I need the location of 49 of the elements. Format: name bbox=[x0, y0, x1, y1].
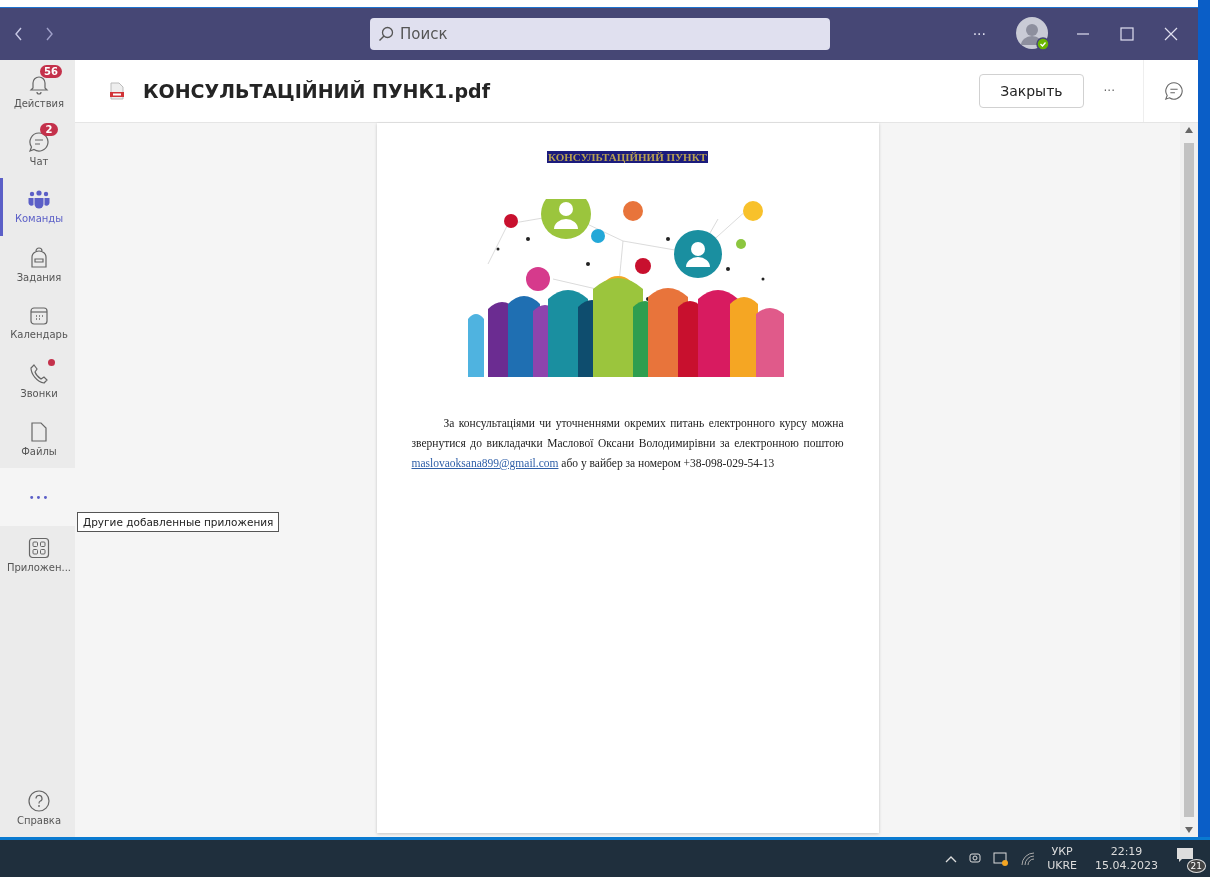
language-indicator[interactable]: УКР bbox=[1051, 844, 1073, 859]
back-icon[interactable] bbox=[14, 27, 24, 41]
sidebar-item[interactable]: 56 Действия bbox=[0, 62, 75, 120]
calendar-icon bbox=[29, 306, 49, 326]
tooltip: Другие добавленные приложения bbox=[77, 512, 280, 532]
contact-paragraph: За консультаціями чи уточненнями окремих питань електронного курсу можна звернутися до викладачки Маслової Оксани Володимирівни за електронною поштою maslovaoksana899@gmail.com або у вайбер за номером +38-098-029-54-13 bbox=[411, 416, 844, 472]
people-icon bbox=[27, 190, 51, 210]
more-options-button[interactable]: ··· bbox=[972, 26, 986, 42]
wifi-icon[interactable] bbox=[1021, 851, 1036, 866]
close-icon[interactable] bbox=[1164, 27, 1178, 41]
clock-time[interactable]: 22:19 bbox=[1110, 844, 1143, 859]
backpack-icon bbox=[29, 247, 49, 269]
chevron-up-icon[interactable] bbox=[945, 854, 958, 863]
bell-icon bbox=[28, 73, 50, 95]
email-link[interactable]: maslovaoksana899@gmail.com bbox=[411, 457, 559, 469]
keyboard-layout[interactable]: UKRE bbox=[1047, 858, 1077, 873]
screen-icon[interactable] bbox=[993, 850, 1010, 867]
help-button[interactable]: Справка bbox=[0, 779, 75, 837]
apps-icon bbox=[28, 537, 50, 559]
notification-count: 21 bbox=[1186, 858, 1206, 873]
close-button[interactable]: Закрыть bbox=[979, 74, 1084, 108]
pdf-file-icon bbox=[109, 82, 125, 100]
sidebar-item[interactable]: Файлы bbox=[0, 410, 75, 468]
scroll-up-icon[interactable] bbox=[1185, 127, 1193, 133]
help-icon bbox=[28, 790, 50, 812]
search-field[interactable]: Поиск bbox=[370, 18, 830, 50]
more-options-button[interactable]: ··· bbox=[1103, 84, 1115, 98]
search-icon bbox=[378, 26, 394, 42]
sidebar-item[interactable]: Приложен... bbox=[0, 526, 75, 584]
file-icon bbox=[30, 421, 48, 443]
notification-icon[interactable] bbox=[1176, 846, 1194, 863]
sidebar-item[interactable]: Задания bbox=[0, 236, 75, 294]
file-title: КОНСУЛЬТАЦІЙНИЙ ПУНК1.pdf bbox=[143, 80, 490, 102]
notification-badge: 56 bbox=[40, 65, 62, 78]
avatar-icon[interactable] bbox=[1016, 17, 1050, 51]
forward-icon[interactable] bbox=[44, 27, 54, 41]
chat-icon bbox=[28, 131, 50, 153]
phone-icon bbox=[29, 363, 49, 385]
notification-badge: 2 bbox=[40, 123, 58, 136]
chat-icon[interactable] bbox=[1164, 81, 1184, 101]
document-title: КОНСУЛЬТАЦІЙНИЙ ПУНКТ bbox=[547, 151, 708, 163]
maximize-icon[interactable] bbox=[1120, 27, 1134, 41]
sidebar-item[interactable]: 2 Чат bbox=[0, 120, 75, 178]
sidebar-item[interactable]: ••• bbox=[0, 468, 75, 526]
scrollbar[interactable] bbox=[1180, 123, 1198, 837]
sidebar-item[interactable]: Календарь bbox=[0, 294, 75, 352]
scroll-down-icon[interactable] bbox=[1185, 827, 1193, 833]
sidebar-item[interactable]: Звонки bbox=[0, 352, 75, 410]
clock-date[interactable]: 15.04.2023 bbox=[1095, 858, 1158, 873]
